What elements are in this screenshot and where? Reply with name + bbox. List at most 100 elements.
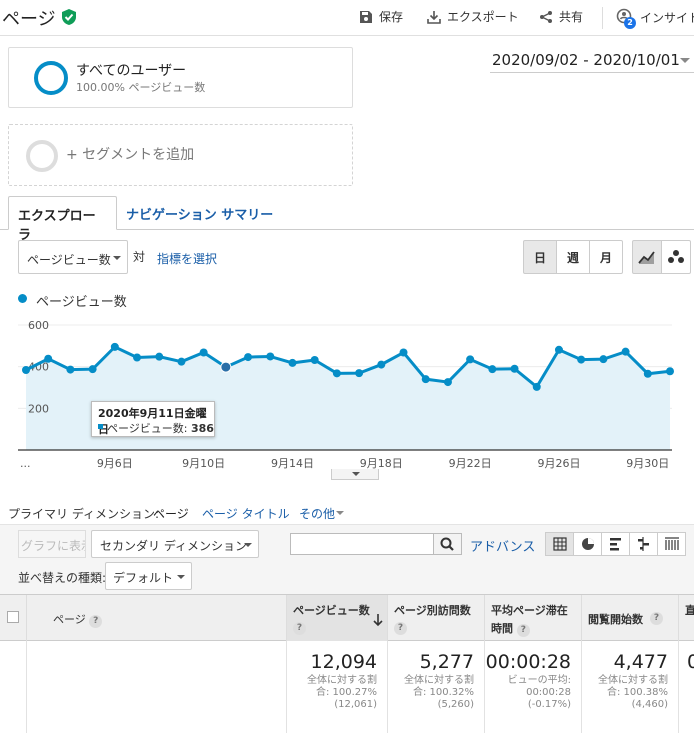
date-range-picker[interactable]: 2020/09/02 - 2020/10/01: [490, 49, 694, 73]
sort-type-select[interactable]: デフォルト: [105, 562, 192, 590]
table-grid-icon: [553, 537, 567, 551]
column-entrances-label: 閲覧開始数: [588, 613, 643, 626]
metric-select[interactable]: ページビュー数: [18, 240, 128, 274]
totals-unique-share: 全体に対する割 合: 100.32% (5,260): [404, 675, 474, 710]
data-point: [643, 369, 652, 378]
totals-bounce-cell: 0: [678, 641, 694, 733]
select-all-checkbox[interactable]: [7, 611, 19, 623]
help-icon[interactable]: ?: [293, 622, 306, 635]
insights-icon: 2: [616, 8, 636, 29]
chevron-down-icon: [177, 575, 185, 579]
help-icon[interactable]: ?: [89, 615, 103, 628]
view-comparison-button[interactable]: [629, 532, 658, 556]
plot-rows-button[interactable]: グラフに表示: [18, 530, 86, 558]
secondary-dimension-select[interactable]: セカンダリ ディメンション: [91, 530, 259, 558]
x-tick-label: ...: [20, 457, 31, 470]
tooltip-metric: ページビュー数: 386: [107, 420, 214, 436]
segment-all-users[interactable]: すべてのユーザー 100.00% ページビュー数: [8, 47, 353, 108]
help-icon[interactable]: ?: [394, 622, 407, 635]
help-icon[interactable]: ?: [516, 624, 530, 637]
column-unique-label: ページ別訪問数: [394, 604, 471, 617]
versus-label: 対: [133, 250, 146, 264]
column-header-avg-time[interactable]: 平均ページ滞在 時間 ?: [484, 595, 581, 642]
view-percentage-button[interactable]: [573, 532, 602, 556]
sort-type-value: デフォルト: [113, 571, 174, 585]
tab-navigation-summary[interactable]: ナビゲーション サマリー: [117, 196, 282, 230]
secondary-dimension-label: セカンダリ ディメンション: [100, 539, 247, 553]
chevron-down-icon: [352, 472, 360, 476]
chevron-down-icon: [336, 511, 344, 515]
view-table-button[interactable]: [545, 532, 574, 556]
data-point: [599, 355, 608, 364]
data-point: [88, 365, 97, 374]
dimension-page-title[interactable]: ページ タイトル: [202, 505, 290, 522]
legend-label: ページビュー数: [36, 295, 127, 310]
date-range-text: 2020/09/02 - 2020/10/01: [492, 51, 680, 69]
tooltip-bullet: [98, 424, 103, 429]
line-chart-button[interactable]: [632, 240, 662, 274]
search-icon: [440, 537, 454, 551]
page-title: ページ: [2, 9, 56, 30]
data-point: [155, 352, 164, 361]
segment-ring-icon: [34, 61, 68, 95]
totals-check-cell: [0, 641, 26, 733]
granularity-day-button[interactable]: 日: [523, 240, 557, 274]
chart-tooltip: 2020年9月11日金曜日 ページビュー数: 386: [91, 401, 215, 437]
insights-button[interactable]: 2 インサイト: [616, 8, 694, 29]
view-pivot-button[interactable]: [657, 532, 686, 556]
tab-explorer[interactable]: エクスプローラ: [8, 196, 117, 243]
totals-pageviews-cell: 12,094 全体に対する割 合: 100.27% (12,061): [286, 641, 387, 733]
add-segment-box[interactable]: + セグメントを追加: [8, 124, 353, 186]
column-avg-label-line1: 平均ページ滞在: [491, 604, 568, 617]
y-tick-label: 600: [28, 319, 49, 332]
share-button[interactable]: 共有: [539, 8, 583, 25]
data-point: [554, 345, 563, 354]
save-icon: [360, 10, 372, 23]
data-point: [621, 347, 630, 356]
report-header: ページ 保存 エクスポート 共有 2 インサイト: [0, 0, 694, 36]
column-header-entrances[interactable]: 閲覧開始数 ?: [581, 595, 678, 642]
add-segment-label: + セグメントを追加: [66, 147, 195, 163]
pie-chart-icon: [582, 538, 594, 550]
sort-descending-arrow-icon: [373, 614, 383, 627]
data-point: [355, 369, 364, 378]
column-avg-label-line2: 時間: [491, 622, 513, 635]
segment-name: すべてのユーザー: [76, 63, 187, 79]
granularity-month-button[interactable]: 月: [589, 240, 623, 274]
bubble-chart-icon: [668, 250, 684, 263]
save-button[interactable]: 保存: [359, 8, 403, 25]
x-tick-label: 9月22日: [449, 457, 492, 470]
search-button[interactable]: [433, 533, 462, 555]
help-icon[interactable]: ?: [650, 612, 663, 625]
metric-select-value: ページビュー数: [27, 253, 111, 267]
data-point: [177, 357, 186, 366]
data-point: [399, 348, 408, 357]
toolbar-divider: [602, 7, 603, 29]
x-tick-label: 9月26日: [537, 457, 580, 470]
table-search-input[interactable]: [290, 533, 434, 555]
column-bounce-label: 直帰: [685, 604, 694, 617]
select-metric-link[interactable]: 指標を選択: [157, 250, 217, 267]
column-header-pageviews[interactable]: ページビュー数 ?: [286, 595, 387, 642]
data-point: [133, 353, 142, 362]
totals-entrances-cell: 4,477 全体に対する割 合: 100.38% (4,460): [581, 641, 678, 733]
view-performance-button[interactable]: [601, 532, 630, 556]
line-chart-icon: [638, 251, 655, 264]
tooltip-metric-label: ページビュー数:: [107, 422, 191, 435]
column-pageviews-label: ページビュー数: [293, 604, 370, 617]
x-tick-label: 9月10日: [182, 457, 225, 470]
data-point: [310, 356, 319, 364]
dimension-other[interactable]: その他: [299, 505, 335, 522]
advanced-filter-link[interactable]: アドバンス: [470, 536, 535, 555]
x-tick-label: 9月30日: [626, 457, 669, 470]
totals-avg-cell: 00:00:28 ビューの平均: 00:00:28 (-0.17%): [484, 641, 581, 733]
chart-collapse-handle[interactable]: [331, 469, 379, 480]
column-page-label: ページ: [53, 613, 86, 626]
column-header-bounce[interactable]: 直帰: [678, 595, 694, 642]
legend-dot: [18, 294, 27, 303]
column-header-unique-pageviews[interactable]: ページ別訪問数 ?: [387, 595, 484, 642]
motion-chart-button[interactable]: [661, 240, 691, 274]
column-header-page[interactable]: ページ ?: [26, 595, 286, 642]
granularity-week-button[interactable]: 週: [556, 240, 590, 274]
export-button[interactable]: エクスポート: [427, 8, 519, 25]
